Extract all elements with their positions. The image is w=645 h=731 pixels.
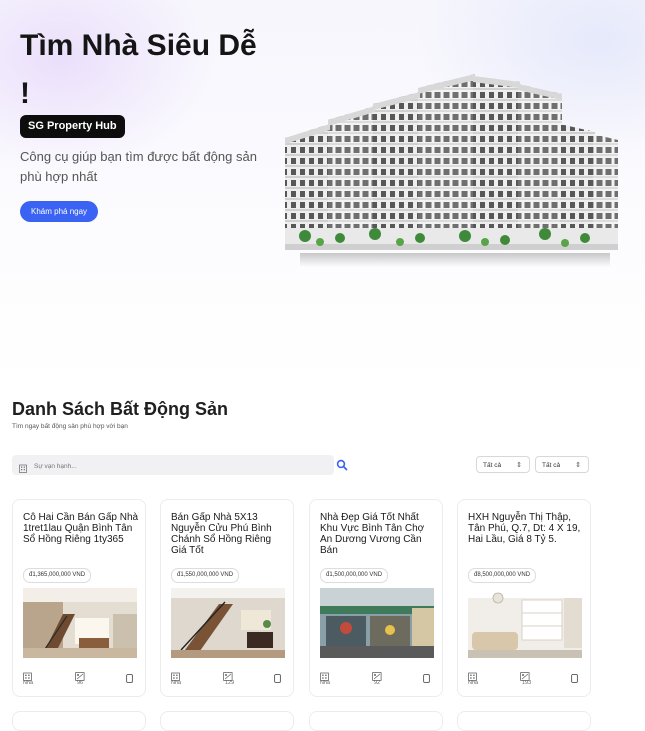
property-photo[interactable]	[171, 588, 285, 658]
property-type: Nhà	[23, 680, 34, 686]
price-badge: đ1,550,000,000 VND	[171, 568, 240, 583]
property-type: Nhà	[468, 680, 479, 686]
price-badge: đ1,500,000,000 VND	[320, 568, 389, 583]
property-area: 193	[522, 680, 532, 686]
hero-building-image	[280, 68, 622, 268]
property-type: Nhà	[171, 680, 182, 686]
property-card-partial[interactable]	[457, 711, 591, 731]
search-bar	[12, 455, 334, 478]
property-title[interactable]: Cô Hai Cần Bán Gấp Nhà 1tret1lau Quận Bì…	[23, 512, 139, 545]
explore-button[interactable]: Khám phá ngay	[20, 201, 99, 222]
property-title[interactable]: HXH Nguyễn Thị Thập, Tân Phú, Q.7, Dt: 4…	[468, 512, 584, 545]
property-title[interactable]: Nhà Đẹp Giá Tốt Nhất Khu Vực Bình Tân Ch…	[320, 512, 436, 556]
bookmark-icon[interactable]	[571, 670, 578, 688]
bookmark-icon[interactable]	[274, 670, 281, 688]
district-select-value: Tất cả	[542, 462, 561, 469]
brand-badge: SG Property Hub	[20, 115, 125, 138]
property-type-select[interactable]: Tất cả ⇕	[476, 456, 530, 473]
price-badge: đ8,500,000,000 VND	[468, 568, 537, 583]
property-area: 92	[374, 680, 381, 686]
property-area: 129	[225, 680, 235, 686]
property-card-partial[interactable]	[160, 711, 294, 731]
chevron-updown-icon: ⇕	[516, 462, 522, 469]
listing-subtitle: Tìm ngay bất động sản phù hợp với bạn	[12, 423, 128, 430]
listing-title: Danh Sách Bất Động Sản	[12, 399, 229, 419]
property-card[interactable]: Bán Gấp Nhà 5X13 Nguyễn Cửu Phú Bình Chá…	[160, 499, 294, 697]
property-area: 96	[77, 680, 84, 686]
property-card[interactable]: HXH Nguyễn Thị Thập, Tân Phú, Q.7, Dt: 4…	[457, 499, 591, 697]
property-photo[interactable]	[23, 588, 137, 658]
property-card[interactable]: Cô Hai Cần Bán Gấp Nhà 1tret1lau Quận Bì…	[12, 499, 146, 697]
bookmark-icon[interactable]	[423, 670, 430, 688]
property-card-partial[interactable]	[12, 711, 146, 731]
search-input[interactable]	[32, 455, 326, 477]
property-photo[interactable]	[468, 588, 582, 658]
hero-subtitle: Công cụ giúp bạn tìm được bất động sản p…	[20, 149, 257, 184]
property-card-partial[interactable]	[309, 711, 443, 731]
building-icon	[19, 460, 27, 478]
property-card[interactable]: Nhà Đẹp Giá Tốt Nhất Khu Vực Bình Tân Ch…	[309, 499, 443, 697]
bookmark-icon[interactable]	[126, 670, 133, 688]
property-title[interactable]: Bán Gấp Nhà 5X13 Nguyễn Cửu Phú Bình Chá…	[171, 512, 287, 556]
chevron-updown-icon: ⇕	[575, 462, 581, 469]
district-select[interactable]: Tất cả ⇕	[535, 456, 589, 473]
property-type: Nhà	[320, 680, 331, 686]
property-photo[interactable]	[320, 588, 434, 658]
price-badge: đ1,365,000,000 VND	[23, 568, 92, 583]
hero-title: Tìm Nhà Siêu Dễ !	[20, 29, 257, 110]
search-icon[interactable]	[336, 458, 348, 471]
property-type-select-value: Tất cả	[483, 462, 502, 469]
